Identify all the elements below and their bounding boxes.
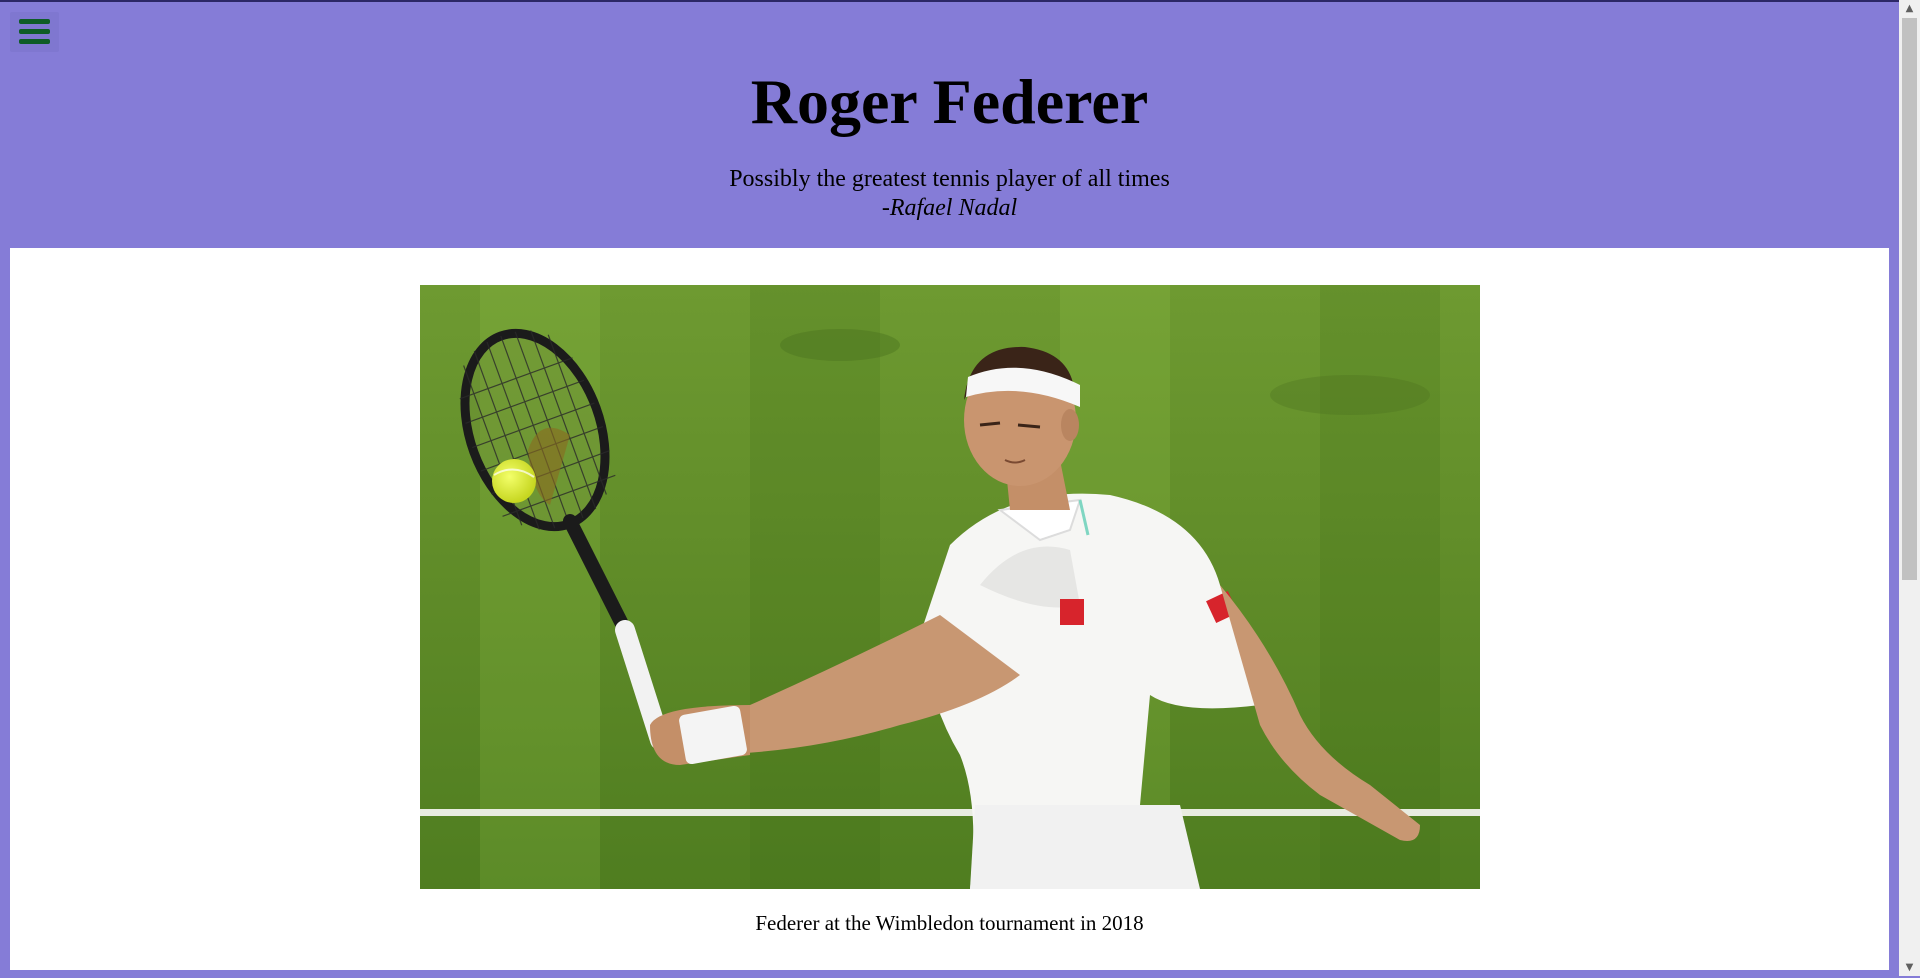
page-bottom-edge [0,970,1899,978]
page: Roger Federer Possibly the greatest tenn… [0,0,1899,978]
scroll-down-arrow-icon[interactable]: ▼ [1899,959,1920,976]
quote-author: -Rafael Nadal [881,195,1018,221]
vertical-scrollbar[interactable]: ▲ ▼ [1899,0,1920,976]
scroll-thumb[interactable] [1902,18,1917,580]
image-caption: Federer at the Wimbledon tournament in 2… [755,911,1144,935]
quote: Possibly the greatest tennis player of a… [0,165,1899,223]
scroll-up-arrow-icon[interactable]: ▲ [1899,0,1920,17]
federer-photo [420,285,1480,889]
menu-button[interactable] [10,12,59,52]
quote-text: Possibly the greatest tennis player of a… [729,166,1170,192]
main-content: Federer at the Wimbledon tournament in 2… [10,248,1889,970]
page-title: Roger Federer [750,66,1149,137]
